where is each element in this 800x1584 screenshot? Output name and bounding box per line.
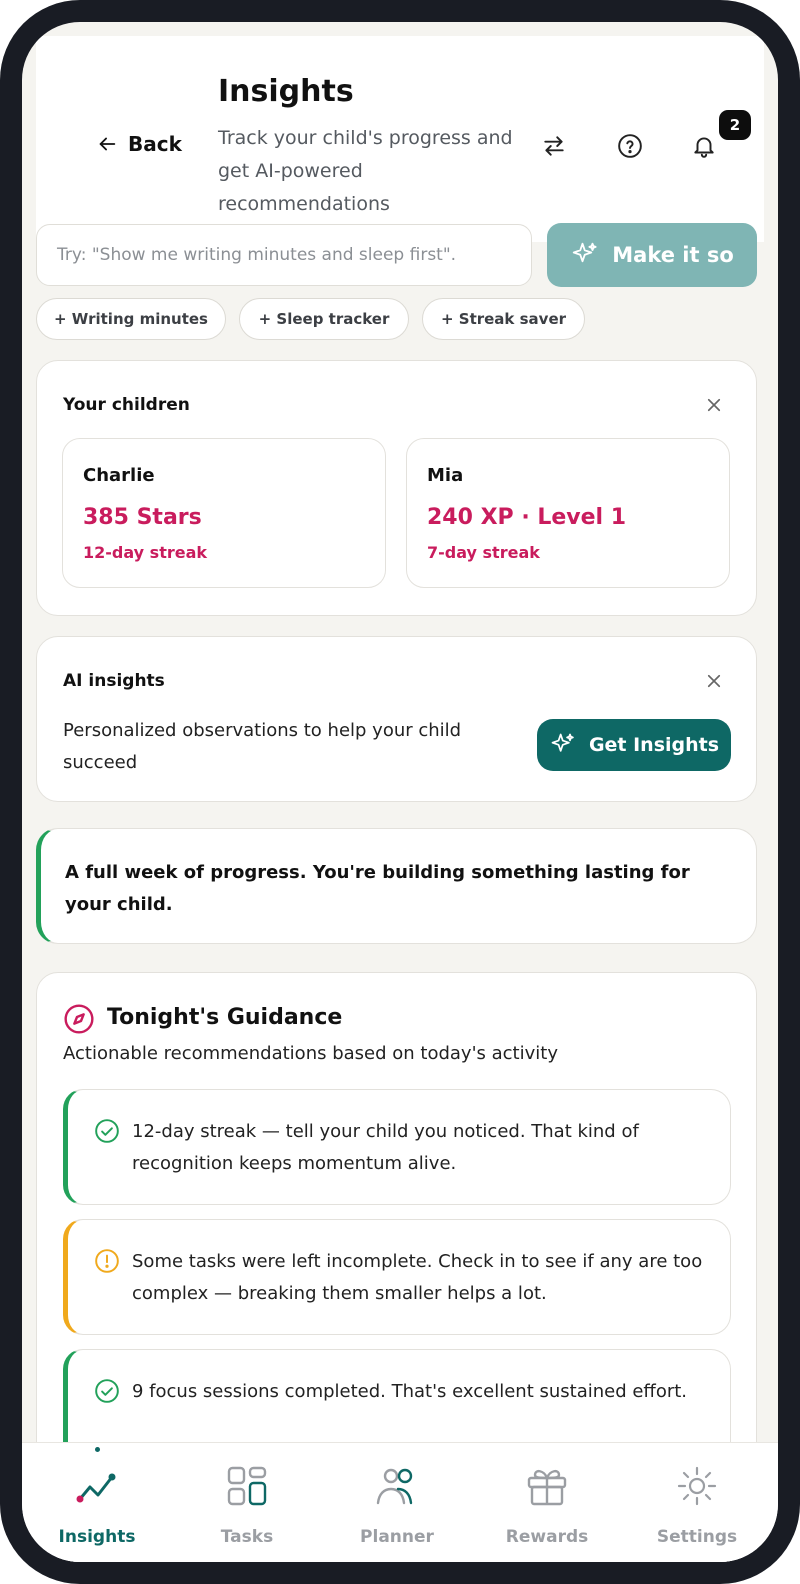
guidance-subtitle: Actionable recommendations based on toda… xyxy=(63,1043,558,1064)
sparkles-icon xyxy=(573,242,597,263)
progress-banner: A full week of progress. You're building… xyxy=(36,828,757,944)
sun-gear-icon xyxy=(677,1466,717,1506)
guidance-title: Tonight's Guidance xyxy=(107,1005,343,1030)
tab-tasks[interactable]: Tasks xyxy=(172,1443,322,1562)
close-icon xyxy=(707,398,721,412)
tab-label: Insights xyxy=(58,1527,136,1547)
make-it-so-button[interactable]: Make it so xyxy=(547,223,757,287)
tab-insights[interactable]: Insights xyxy=(22,1443,172,1562)
close-icon xyxy=(707,674,721,688)
tab-planner[interactable]: Planner xyxy=(322,1443,472,1562)
page-title: Insights xyxy=(218,74,354,109)
notifications-button[interactable] xyxy=(688,130,720,162)
progress-banner-text: A full week of progress. You're building… xyxy=(65,862,690,915)
child-card-charlie[interactable]: Charlie 385 Stars 12-day streak xyxy=(62,438,386,588)
tab-label: Planner xyxy=(360,1527,434,1547)
back-button[interactable]: Back xyxy=(96,132,182,156)
page-header: Back Insights Track your child's progres… xyxy=(36,36,764,242)
ai-insights-title: AI insights xyxy=(63,671,165,691)
check-circle-icon xyxy=(95,1379,119,1403)
alert-circle-icon xyxy=(95,1249,119,1273)
app-screen: Back Insights Track your child's progres… xyxy=(22,22,778,1562)
check-circle-icon xyxy=(95,1119,119,1143)
sparkles-icon xyxy=(551,733,574,752)
swap-arrows-icon xyxy=(544,136,564,156)
child-name: Charlie xyxy=(83,465,155,486)
active-tab-indicator xyxy=(95,1447,100,1452)
tab-rewards[interactable]: Rewards xyxy=(472,1443,622,1562)
trend-chart-icon xyxy=(76,1473,116,1503)
chip-writing-minutes[interactable]: + Writing minutes xyxy=(36,298,226,340)
grid-icon xyxy=(227,1466,267,1506)
guidance-item-text: 9 focus sessions completed. That's excel… xyxy=(132,1381,688,1402)
chip-sleep-tracker[interactable]: + Sleep tracker xyxy=(239,298,409,340)
tab-label: Rewards xyxy=(505,1527,589,1547)
get-insights-button[interactable]: Get Insights xyxy=(537,719,731,771)
notification-badge: 2 xyxy=(719,110,751,140)
chip-streak-saver[interactable]: + Streak saver xyxy=(422,298,585,340)
gift-icon xyxy=(527,1470,567,1506)
child-name: Mia xyxy=(427,465,464,486)
arrow-left-icon xyxy=(99,137,116,151)
guidance-item-text: Some tasks were left incomplete. Check i… xyxy=(132,1251,703,1304)
close-ai-insights-button[interactable] xyxy=(700,667,728,695)
compass-icon xyxy=(64,1004,94,1034)
child-card-mia[interactable]: Mia 240 XP · Level 1 7-day streak xyxy=(406,438,730,588)
bottom-tab-bar: Insights Tasks Planner Rewards Settings xyxy=(22,1442,778,1562)
people-icon xyxy=(376,1468,413,1505)
help-circle-icon xyxy=(618,134,642,158)
child-stars: 385 Stars xyxy=(83,505,202,530)
guidance-item: 12-day streak — tell your child you noti… xyxy=(63,1089,731,1205)
ai-insights-card: AI insights Personalized observations to… xyxy=(36,636,757,802)
ai-insights-description: Personalized observations to help your c… xyxy=(63,720,462,773)
back-label: Back xyxy=(128,132,182,156)
child-streak: 7-day streak xyxy=(427,543,540,562)
bell-icon xyxy=(694,137,714,158)
child-xp-level: 240 XP · Level 1 xyxy=(427,505,627,530)
child-streak: 12-day streak xyxy=(83,543,208,562)
command-input[interactable]: Try: "Show me writing minutes and sleep … xyxy=(36,224,532,286)
switch-button[interactable] xyxy=(538,130,570,162)
guidance-item-text: 12-day streak — tell your child you noti… xyxy=(132,1121,639,1174)
tab-label: Tasks xyxy=(220,1527,274,1547)
help-button[interactable] xyxy=(614,130,646,162)
close-children-card-button[interactable] xyxy=(700,391,728,419)
tab-label: Settings xyxy=(656,1527,738,1547)
make-it-so-label: Make it so xyxy=(612,243,734,267)
tab-settings[interactable]: Settings xyxy=(622,1443,772,1562)
page-subtitle: Track your child's progress and get AI-p… xyxy=(218,127,513,215)
guidance-item: Some tasks were left incomplete. Check i… xyxy=(63,1219,731,1335)
device-frame: Back Insights Track your child's progres… xyxy=(0,0,800,1584)
get-insights-label: Get Insights xyxy=(588,734,720,756)
children-card-title: Your children xyxy=(63,395,190,415)
